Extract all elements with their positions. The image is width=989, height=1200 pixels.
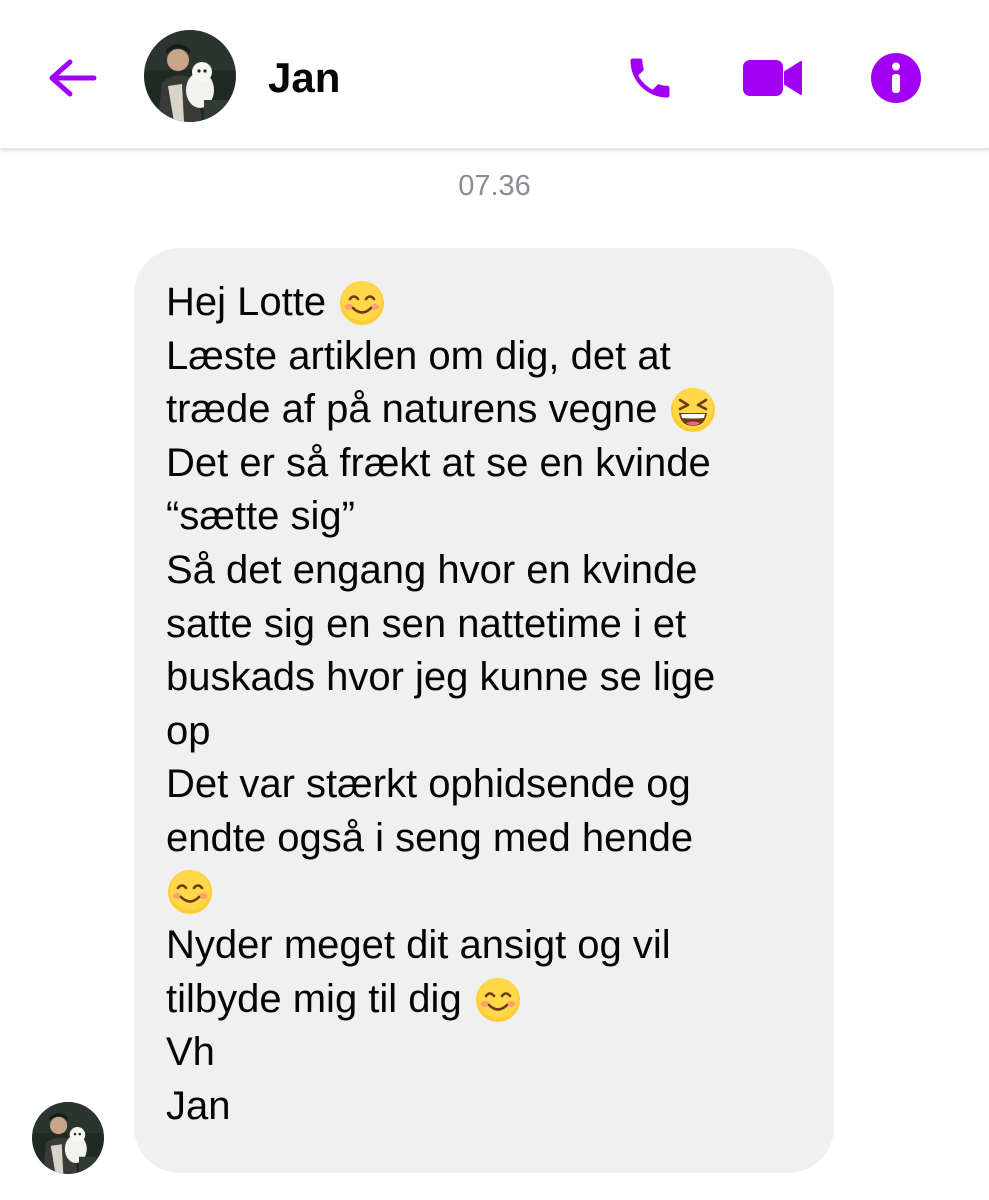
video-call-button[interactable]	[740, 46, 804, 110]
grinning-squinting-face-icon	[671, 387, 716, 432]
smiling-face-icon	[475, 977, 520, 1022]
message-line: Læste artiklen om dig, det at	[166, 330, 804, 384]
message-line: Jan	[166, 1080, 804, 1134]
message-line: træde af på naturens vegne	[166, 383, 804, 437]
message-line: Det var stærkt ophidsende og	[166, 758, 804, 812]
info-icon	[871, 53, 921, 103]
messenger-chat-screen: Jan 07.36 Hej Lotte Læste artiklen om dig…	[0, 0, 989, 1200]
message-line: Vh	[166, 1026, 804, 1080]
message-bubble[interactable]: Hej Lotte Læste artiklen om dig, det at tr…	[134, 248, 834, 1173]
message-line: “sætte sig”	[166, 490, 804, 544]
message-line: endte også i seng med hende	[166, 812, 804, 866]
smiling-face-icon	[168, 870, 212, 915]
contact-name[interactable]: Jan	[268, 52, 340, 104]
back-arrow-icon	[49, 59, 97, 97]
smiling-face-icon	[340, 280, 385, 325]
message-line-text: træde af på naturens vegne	[166, 387, 658, 432]
message-line-text: Det var stærkt ophidsende og	[166, 762, 691, 807]
message-line-text: Vh	[166, 1030, 215, 1075]
video-camera-icon	[743, 60, 802, 96]
message-line-text: satte sig en sen nattetime i et	[166, 601, 687, 646]
message-line-text: Så det engang hvor en kvinde	[166, 547, 698, 592]
message-line: satte sig en sen nattetime i et	[166, 598, 804, 652]
audio-call-button[interactable]	[618, 46, 682, 110]
contact-avatar[interactable]	[144, 30, 236, 122]
message-line-text: Hej Lotte	[166, 280, 327, 324]
message-line-text: “sætte sig”	[166, 494, 355, 539]
message-line-text: Læste artiklen om dig, det at	[166, 333, 671, 378]
message-line: op	[166, 705, 804, 759]
message-line-text: tilbyde mig til dig	[166, 976, 462, 1021]
avatar-image	[32, 1102, 104, 1174]
message-line	[166, 866, 804, 920]
phone-icon	[630, 58, 670, 98]
message-line-text: Det er så frækt at se en kvinde	[166, 440, 711, 485]
message-line: tilbyde mig til dig	[166, 973, 804, 1027]
message-line-text: Jan	[166, 1083, 231, 1128]
avatar-image	[144, 30, 236, 122]
message-line: Så det engang hvor en kvinde	[166, 544, 804, 598]
message-line-text: Nyder meget dit ansigt og vil	[166, 923, 671, 968]
message-line: buskads hvor jeg kunne se lige	[166, 651, 804, 705]
sender-avatar[interactable]	[32, 1102, 104, 1174]
back-button[interactable]	[40, 46, 104, 110]
message-text: Hej Lotte Læste artiklen om dig, det at tr…	[166, 276, 804, 1134]
message-line: Det er så frækt at se en kvinde	[166, 437, 804, 491]
message-line-text: buskads hvor jeg kunne se lige	[166, 655, 716, 700]
message-line-text: endte også i seng med hende	[166, 815, 694, 860]
message-timestamp: 07.36	[458, 170, 531, 202]
chat-header: Jan	[0, 0, 989, 149]
message-line: Hej Lotte	[166, 276, 804, 330]
conversation-info-button[interactable]	[864, 46, 928, 110]
message-line: Nyder meget dit ansigt og vil	[166, 919, 804, 973]
message-line-text: op	[166, 708, 211, 753]
